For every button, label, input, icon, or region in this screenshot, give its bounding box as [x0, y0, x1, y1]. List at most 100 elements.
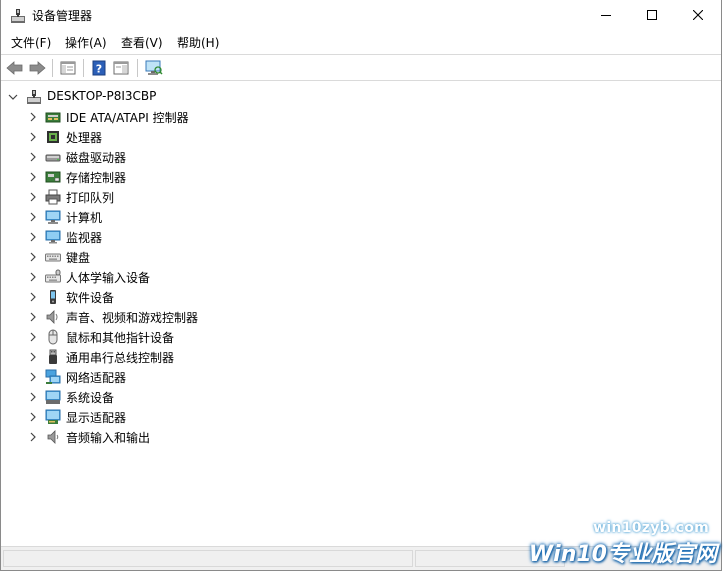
expand-chevron-icon[interactable] [27, 330, 39, 344]
printer-icon [45, 189, 61, 205]
system-device-icon [45, 389, 61, 405]
tree-category-label: 存储控制器 [66, 171, 127, 185]
expand-chevron-icon[interactable] [27, 390, 39, 404]
display-adapter-icon [45, 409, 61, 425]
hid-icon [45, 269, 61, 285]
watermark-url: win10zyb.com [593, 520, 709, 536]
expand-chevron-icon[interactable] [27, 430, 39, 444]
back-button[interactable] [5, 58, 25, 78]
audio-io-icon [45, 429, 61, 445]
tree-category-node[interactable]: 存储控制器 [1, 167, 721, 187]
tree-category-label: 处理器 [66, 131, 103, 145]
tree-category-node[interactable]: 磁盘驱动器 [1, 147, 721, 167]
tree-category-node[interactable]: 处理器 [1, 127, 721, 147]
processor-icon [45, 129, 61, 145]
menu-action[interactable]: 操作(A) [65, 34, 107, 51]
expand-chevron-icon[interactable] [27, 110, 39, 124]
sound-icon [45, 309, 61, 325]
action-pane-button[interactable] [111, 58, 131, 78]
tree-category-label: 系统设备 [66, 391, 115, 405]
close-button[interactable] [675, 0, 721, 30]
expand-chevron-icon[interactable] [27, 170, 39, 184]
tree-category-node[interactable]: 网络适配器 [1, 367, 721, 387]
scan-hardware-icon [145, 60, 163, 75]
back-arrow-icon [6, 61, 23, 75]
expand-chevron-icon[interactable] [27, 410, 39, 424]
tree-category-node[interactable]: 通用串行总线控制器 [1, 347, 721, 367]
expand-chevron-icon[interactable] [27, 210, 39, 224]
show-hide-console-tree-button[interactable] [58, 58, 78, 78]
tree-category-node[interactable]: IDE ATA/ATAPI 控制器 [1, 107, 721, 127]
tree-category-node[interactable]: 键盘 [1, 247, 721, 267]
tree-category-node[interactable]: 声音、视频和游戏控制器 [1, 307, 721, 327]
action-pane-icon [113, 61, 129, 75]
minimize-button[interactable] [583, 0, 629, 30]
tree-category-node[interactable]: 人体学输入设备 [1, 267, 721, 287]
device-tree: DESKTOP-P8I3CBP IDE ATA/ATAPI 控制器 处理器磁盘驱动… [1, 82, 721, 547]
network-adapter-icon [45, 369, 61, 385]
monitor-icon [45, 229, 61, 245]
expand-chevron-icon[interactable] [27, 250, 39, 264]
tree-category-label: 监视器 [66, 231, 103, 245]
tree-category-node[interactable]: 计算机 [1, 207, 721, 227]
expand-chevron-icon[interactable] [27, 130, 39, 144]
expand-chevron-icon[interactable] [27, 310, 39, 324]
scan-hardware-button[interactable] [144, 58, 164, 78]
svg-text:?: ? [96, 63, 102, 76]
expand-chevron-icon[interactable] [27, 270, 39, 284]
maximize-icon [647, 10, 657, 20]
expand-chevron-icon[interactable] [27, 370, 39, 384]
forward-button[interactable] [27, 58, 47, 78]
tree-category-node[interactable]: 软件设备 [1, 287, 721, 307]
menu-help[interactable]: 帮助(H) [177, 34, 219, 51]
tree-category-label: 鼠标和其他指针设备 [66, 331, 175, 345]
tree-category-label: 通用串行总线控制器 [66, 351, 175, 365]
toolbar-separator [83, 59, 84, 77]
expand-chevron-icon[interactable] [27, 350, 39, 364]
menu-bar: 文件(F) 操作(A) 查看(V) 帮助(H) [1, 32, 721, 52]
collapse-chevron-icon[interactable] [7, 90, 19, 104]
tree-category-node[interactable]: 系统设备 [1, 387, 721, 407]
expand-chevron-icon[interactable] [27, 230, 39, 244]
expand-chevron-icon[interactable] [27, 150, 39, 164]
tree-category-label: 计算机 [66, 211, 103, 225]
console-tree-icon [60, 61, 76, 75]
window-title: 设备管理器 [32, 9, 93, 23]
software-device-icon [45, 289, 61, 305]
forward-arrow-icon [29, 61, 46, 75]
tree-category-node[interactable]: 监视器 [1, 227, 721, 247]
tree-category-node[interactable]: 鼠标和其他指针设备 [1, 327, 721, 347]
disk-drive-icon [45, 149, 61, 165]
tree-category-label: 显示适配器 [66, 411, 127, 425]
tree-root-node[interactable]: DESKTOP-P8I3CBP [1, 87, 721, 107]
menu-view[interactable]: 查看(V) [121, 34, 163, 51]
toolbar-separator [137, 59, 138, 77]
menu-file[interactable]: 文件(F) [11, 34, 51, 51]
device-manager-window: 设备管理器 文件(F) 操作(A) 查看(V) 帮助(H) ? DESKTOP-… [0, 0, 722, 571]
help-button[interactable]: ? [89, 58, 109, 78]
tree-category-label: 打印队列 [66, 191, 115, 205]
tree-category-node[interactable]: 显示适配器 [1, 407, 721, 427]
title-bar: 设备管理器 [1, 0, 721, 30]
tree-category-label: 音频输入和输出 [66, 431, 151, 445]
storage-controller-icon [45, 169, 61, 185]
expand-chevron-icon[interactable] [27, 290, 39, 304]
tree-category-node[interactable]: 音频输入和输出 [1, 427, 721, 447]
usb-icon [45, 349, 61, 365]
tree-category-label: 软件设备 [66, 291, 115, 305]
tree-category-node[interactable]: 打印队列 [1, 187, 721, 207]
tree-category-label: 声音、视频和游戏控制器 [66, 311, 199, 325]
tree-category-label: 人体学输入设备 [66, 271, 151, 285]
tree-category-label: 磁盘驱动器 [66, 151, 127, 165]
tree-category-label: 网络适配器 [66, 371, 127, 385]
status-segment [3, 550, 413, 567]
computer-icon [45, 209, 61, 225]
expand-chevron-icon[interactable] [27, 190, 39, 204]
mouse-icon [45, 329, 61, 345]
device-manager-icon [10, 8, 26, 24]
maximize-button[interactable] [629, 0, 675, 30]
tree-category-label: IDE ATA/ATAPI 控制器 [66, 111, 189, 125]
close-icon [693, 10, 703, 20]
tree-root-label: DESKTOP-P8I3CBP [47, 89, 157, 103]
ide-controller-icon [45, 109, 61, 125]
